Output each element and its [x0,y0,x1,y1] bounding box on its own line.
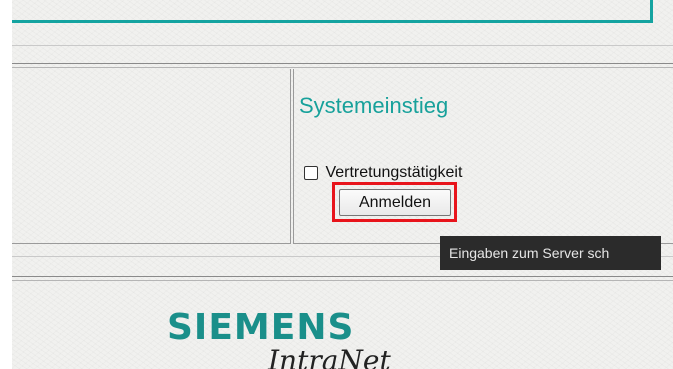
intranet-logo: IntraNet [268,344,391,369]
top-frame [12,0,653,23]
substitution-label[interactable]: Vertretungstätigkeit [325,164,462,181]
tooltip: Eingaben zum Server sch [440,236,661,270]
page-background: Systemeinstieg Vertretungstätigkeit Anme… [12,0,673,369]
login-panel: Systemeinstieg Vertretungstätigkeit Anme… [293,69,673,244]
section-rule [12,63,673,68]
divider [12,45,673,46]
substitution-checkbox[interactable] [304,166,318,180]
substitution-row: Vertretungstätigkeit [304,164,462,182]
section-rule [12,276,673,281]
left-panel [12,69,291,244]
login-title: Systemeinstieg [299,93,449,118]
login-button[interactable]: Anmelden [339,189,451,216]
siemens-logo: SIEMENS [167,307,355,348]
